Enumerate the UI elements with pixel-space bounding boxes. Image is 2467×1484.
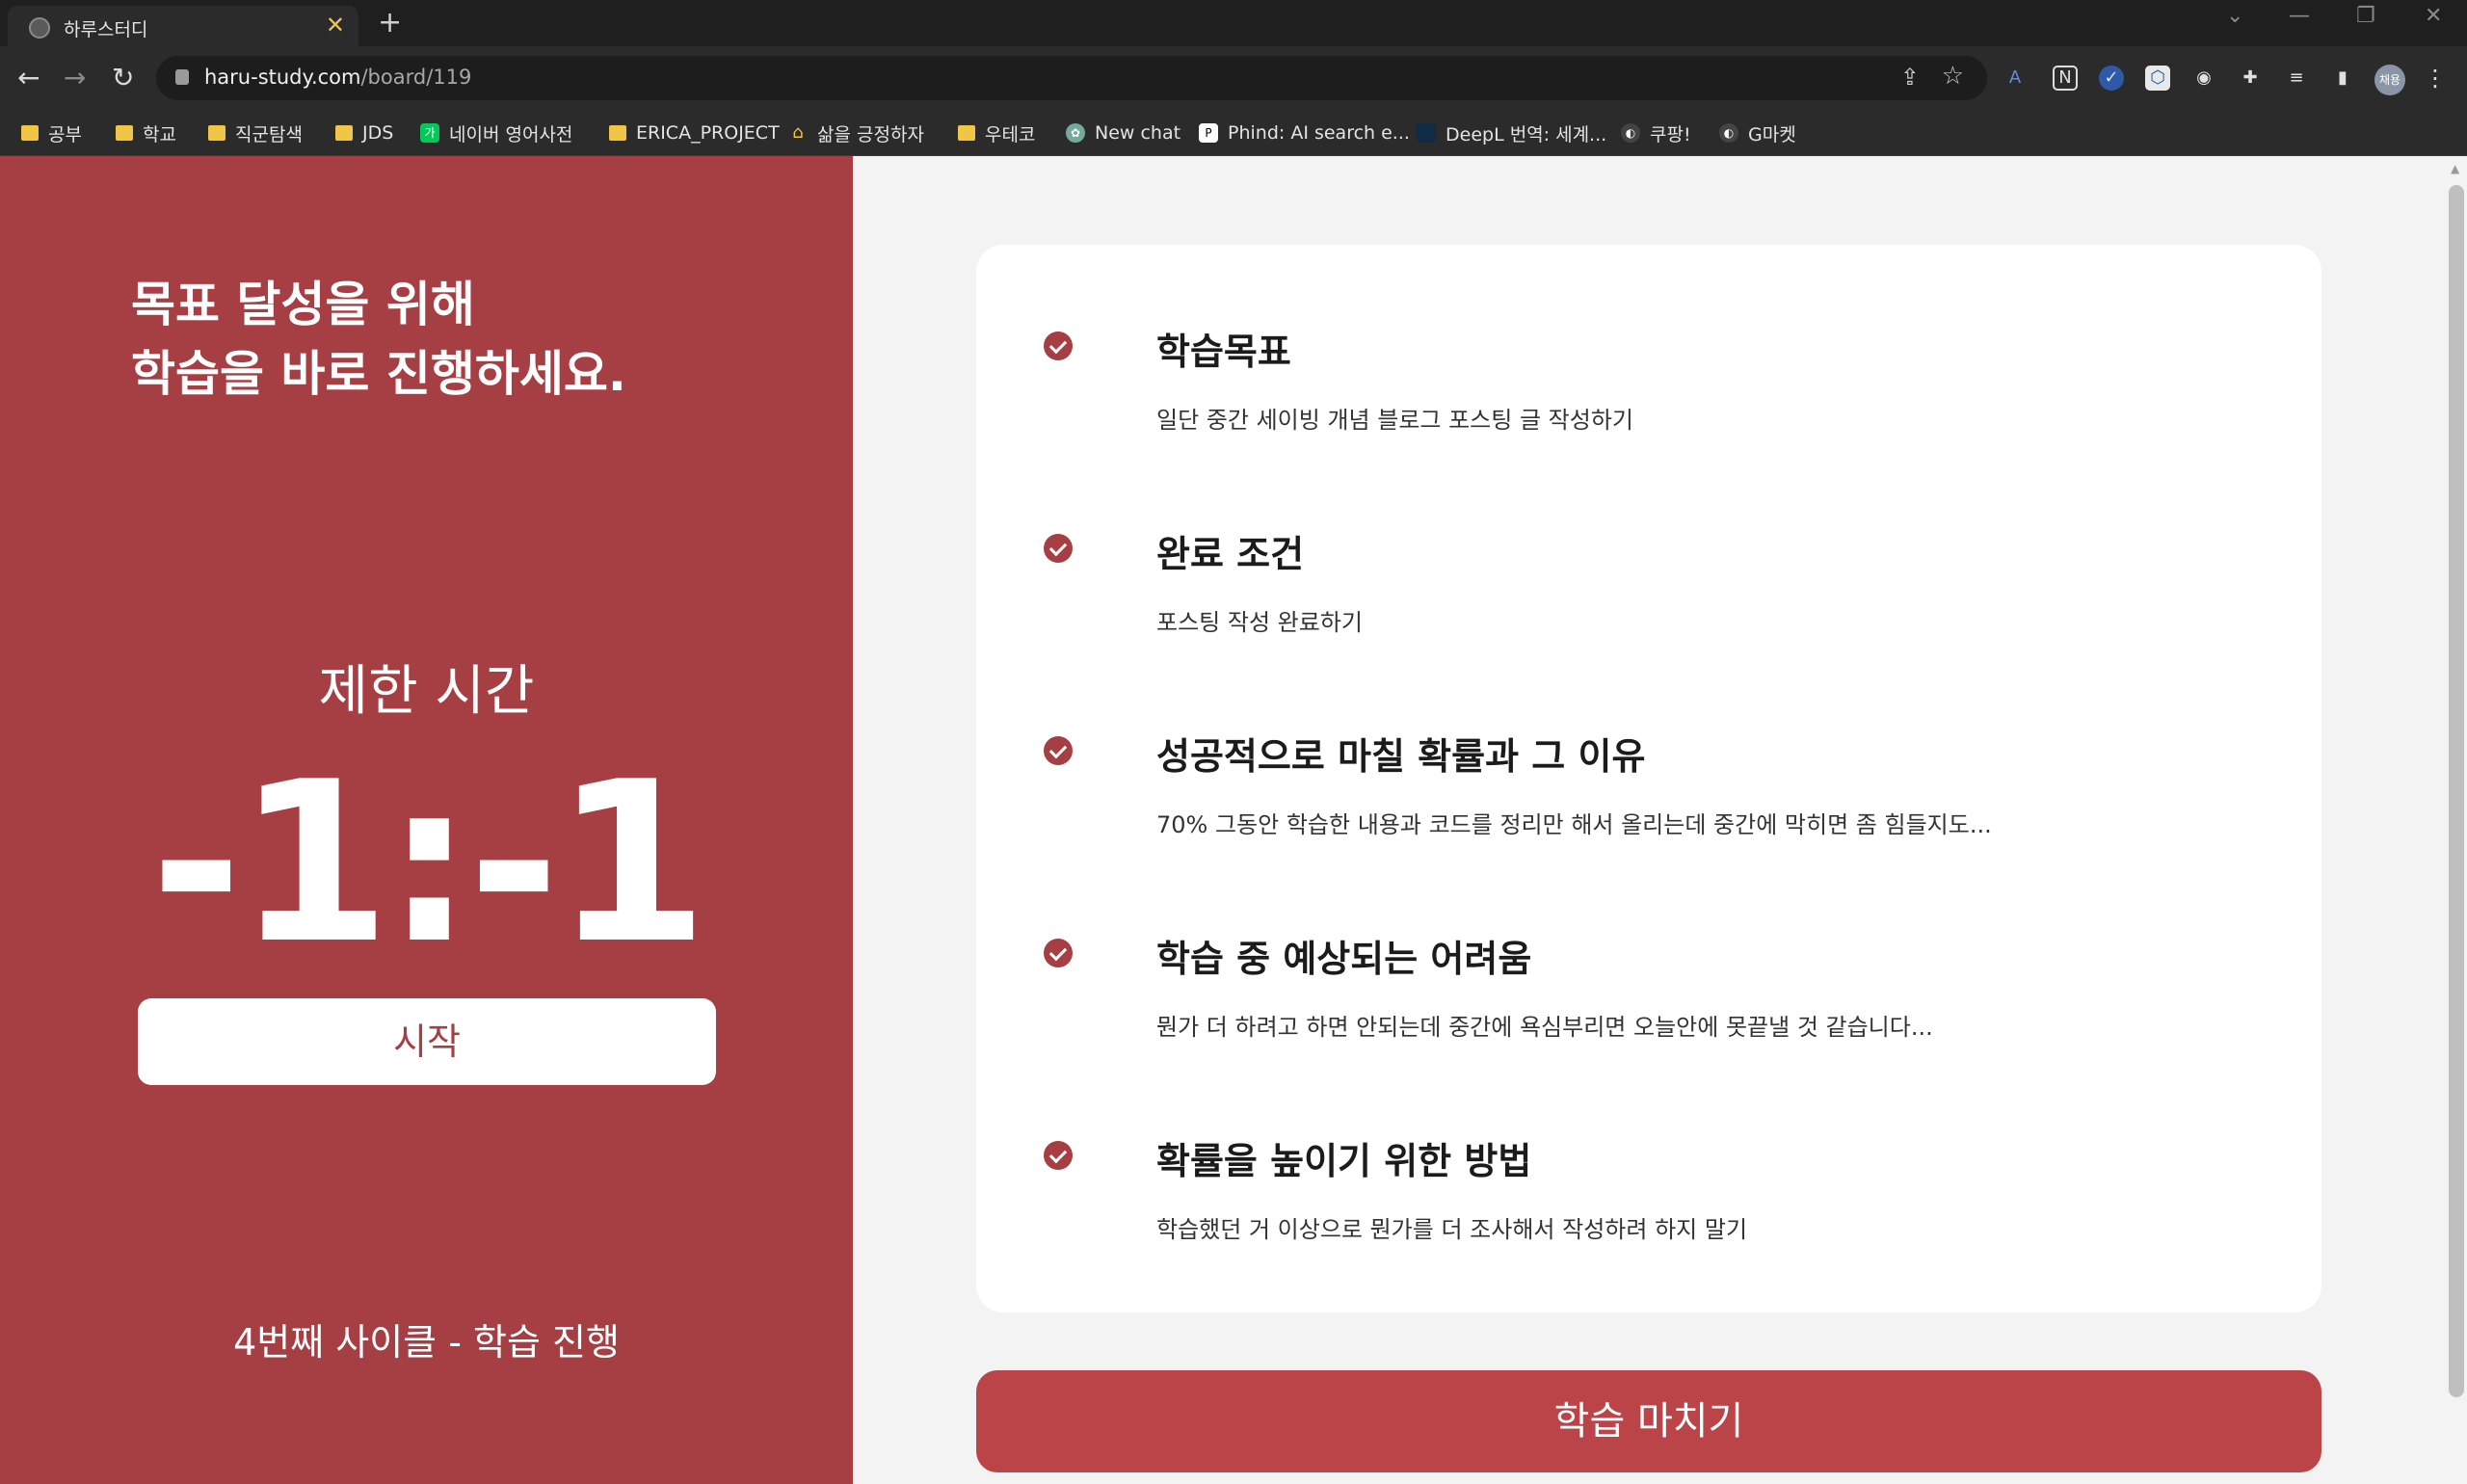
bookmark-item[interactable]: ✿ New chat (1066, 118, 1180, 148)
tab-title: 하루스터디 (64, 19, 148, 40)
address-toolbar: ← → ↻ haru-study.com/board/119 ⇪ ☆ A N ✓… (0, 46, 2467, 110)
start-button[interactable]: 시작 (138, 998, 716, 1085)
bookmark-item[interactable]: 가 네이버 영어사전 (420, 118, 572, 148)
item-title: 확률을 높이기 위한 방법 (1156, 1140, 1532, 1182)
bookmark-item[interactable]: ◐ G마켓 (1719, 118, 1796, 148)
scroll-up-icon[interactable]: ▲ (2451, 162, 2459, 175)
read-aloud-icon[interactable]: A (2003, 66, 2028, 91)
cycle-status: 4번째 사이클 - 학습 진행 (233, 1321, 620, 1364)
folder-icon (116, 125, 133, 141)
folder-icon (208, 125, 225, 141)
item-description: 일단 중간 세이빙 개념 블로그 포스팅 글 작성하기 (1156, 407, 1634, 434)
timer-label: 제한 시간 (318, 660, 535, 723)
globe-icon (29, 17, 50, 39)
glasses-extension-icon[interactable]: ◉ (2191, 66, 2216, 91)
item-description: 70% 그동안 학습한 내용과 코드를 정리만 해서 올리는데 중간에 막히면 … (1156, 811, 1992, 838)
folder-icon (609, 125, 626, 141)
folder-icon (335, 125, 353, 141)
bookmark-item[interactable]: 우테코 (958, 118, 1035, 148)
tab-search-icon[interactable]: ⌄ (2226, 4, 2243, 28)
bookmark-item[interactable]: ERICA_PROJECT (609, 118, 780, 148)
openai-icon: ✿ (1066, 123, 1085, 143)
page-headline: 목표 달성을 위해 학습을 바로 진행하세요. (131, 277, 626, 402)
bookmarks-bar: 공부 학교 직군탐색 JDS 가 네이버 영어사전 ERICA_PROJECT ⌂… (0, 110, 2467, 156)
bookmark-item[interactable]: 직군탐색 (208, 118, 303, 148)
phind-icon: P (1199, 123, 1218, 143)
folder-icon (21, 125, 39, 141)
item-title: 완료 조건 (1156, 533, 1305, 575)
minimize-icon[interactable]: — (2289, 4, 2310, 28)
plan-card: 학습목표 일단 중간 세이빙 개념 블로그 포스팅 글 작성하기 완료 조건 포… (976, 245, 2321, 1312)
url-bar[interactable]: haru-study.com/board/119 ⇪ ☆ (156, 56, 1987, 100)
menu-icon[interactable]: ⋮ (2423, 66, 2448, 91)
house-icon: ⌂ (792, 122, 804, 143)
bookmark-item[interactable]: ⌂ 삶을 긍정하자 (788, 118, 924, 148)
bookmark-item[interactable]: P Phind: AI search e... (1199, 118, 1410, 148)
lock-icon (175, 69, 189, 85)
item-title: 학습 중 예상되는 어려움 (1156, 938, 1532, 980)
timer-value: -1:-1 (150, 735, 708, 993)
forward-icon[interactable]: → (64, 62, 86, 93)
extension-icon[interactable]: ⬡ (2145, 66, 2170, 91)
window-close-icon[interactable]: ✕ (2425, 4, 2442, 28)
item-description: 포스팅 작성 완료하기 (1156, 609, 1363, 636)
bookmark-item[interactable]: 학교 (116, 118, 176, 148)
profile-avatar[interactable]: 채용 (2374, 65, 2405, 95)
browser-tab-bar: 하루스터디 ✕ + ⌄ — ❐ ✕ (0, 0, 2467, 46)
check-circle-icon (1044, 534, 1073, 563)
bookmark-item[interactable]: ◐ 쿠팡! (1621, 118, 1691, 148)
naver-dict-icon: 가 (420, 123, 439, 143)
share-icon[interactable]: ⇪ (1900, 64, 1920, 91)
check-circle-icon (1044, 939, 1073, 967)
side-panel-icon[interactable]: ▮ (2330, 66, 2355, 91)
checkmark-extension-icon[interactable]: ✓ (2099, 66, 2124, 91)
timer-panel: 목표 달성을 위해 학습을 바로 진행하세요. 제한 시간 -1:-1 시작 4… (0, 156, 853, 1484)
item-title: 학습목표 (1156, 331, 1291, 373)
globe-icon: ◐ (1719, 123, 1738, 143)
url-text: haru-study.com/board/119 (204, 66, 472, 89)
check-circle-icon (1044, 1141, 1073, 1170)
check-circle-icon (1044, 736, 1073, 765)
item-title: 성공적으로 마칠 확률과 그 이유 (1156, 735, 1646, 778)
deepl-icon (1417, 123, 1436, 143)
tab-close-icon[interactable]: ✕ (326, 12, 345, 39)
folder-icon (958, 125, 975, 141)
scrollbar-thumb[interactable] (2449, 185, 2464, 1397)
item-description: 뭔가 더 하려고 하면 안되는데 중간에 욕심부리면 오늘안에 못끝낼 것 같습… (1156, 1014, 1933, 1041)
puzzle-icon[interactable]: ✚ (2238, 66, 2263, 91)
finish-study-button[interactable]: 학습 마치기 (976, 1370, 2321, 1472)
bookmark-item[interactable]: JDS (335, 118, 393, 148)
check-circle-icon (1044, 331, 1073, 360)
back-icon[interactable]: ← (17, 62, 40, 93)
reading-list-icon[interactable]: ≡ (2284, 66, 2309, 91)
restore-icon[interactable]: ❐ (2356, 4, 2375, 28)
notion-icon[interactable]: N (2053, 66, 2078, 91)
bookmark-item[interactable]: 공부 (21, 118, 82, 148)
globe-icon: ◐ (1621, 123, 1640, 143)
bookmark-star-icon[interactable]: ☆ (1942, 62, 1964, 91)
item-description: 학습했던 거 이상으로 뭔가를 더 조사해서 작성하려 하지 말기 (1156, 1216, 1748, 1243)
browser-tab[interactable]: 하루스터디 ✕ (8, 6, 358, 46)
bookmark-item[interactable]: DeepL 번역: 세계... (1417, 118, 1606, 148)
page-scrollbar[interactable]: ▲ (2446, 156, 2467, 1484)
new-tab-button[interactable]: + (378, 6, 402, 40)
reload-icon[interactable]: ↻ (112, 62, 134, 93)
